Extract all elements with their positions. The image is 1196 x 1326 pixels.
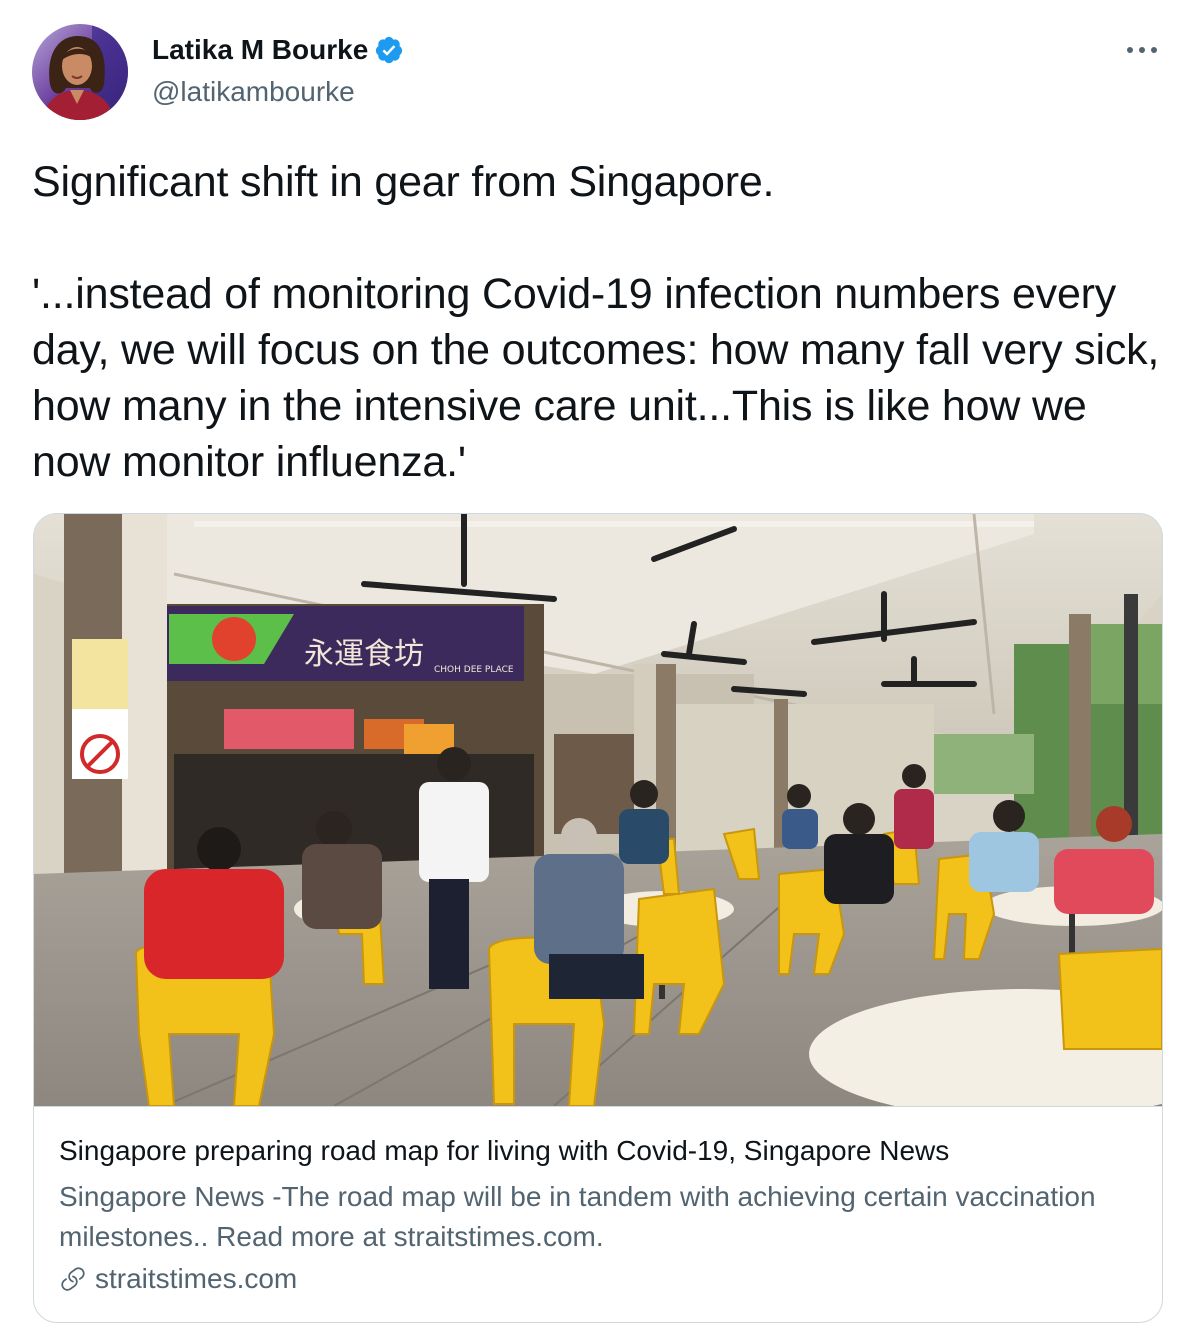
avatar-image <box>32 24 128 120</box>
card-body[interactable]: Singapore preparing road map for living … <box>34 1107 1162 1322</box>
author-handle[interactable]: @latikambourke <box>152 76 355 108</box>
link-icon <box>61 1267 85 1291</box>
hawker-centre-photo: 永運食坊 CHOH DEE PLACE <box>34 514 1162 1119</box>
stall-sign-chinese: 永運食坊 <box>304 637 424 672</box>
card-domain-text[interactable]: straitstimes.com <box>95 1263 297 1295</box>
card-image[interactable]: 永運食坊 CHOH DEE PLACE <box>34 514 1162 1119</box>
card-domain[interactable]: straitstimes.com <box>59 1263 297 1295</box>
verified-badge-icon <box>376 36 403 64</box>
tweet-line-1: Significant shift in gear from Singapore… <box>32 158 775 206</box>
card-title[interactable]: Singapore preparing road map for living … <box>59 1135 949 1167</box>
avatar[interactable] <box>32 24 128 120</box>
author-name[interactable]: Latika M Bourke <box>152 34 368 66</box>
tweet-text: Significant shift in gear from Singapore… <box>32 154 1172 490</box>
card-description: Singapore News -The road map will be in … <box>59 1181 1096 1252</box>
link-preview-card[interactable]: 永運食坊 CHOH DEE PLACE Singapore preparing … <box>33 513 1163 1323</box>
tweet-quote: '...instead of monitoring Covid-19 infec… <box>32 270 1160 486</box>
more-options-button[interactable] <box>1124 32 1160 68</box>
more-options-icon <box>1127 47 1157 53</box>
author-name-row[interactable]: Latika M Bourke <box>152 34 404 66</box>
stall-sign-english: CHOH DEE PLACE <box>434 665 514 675</box>
